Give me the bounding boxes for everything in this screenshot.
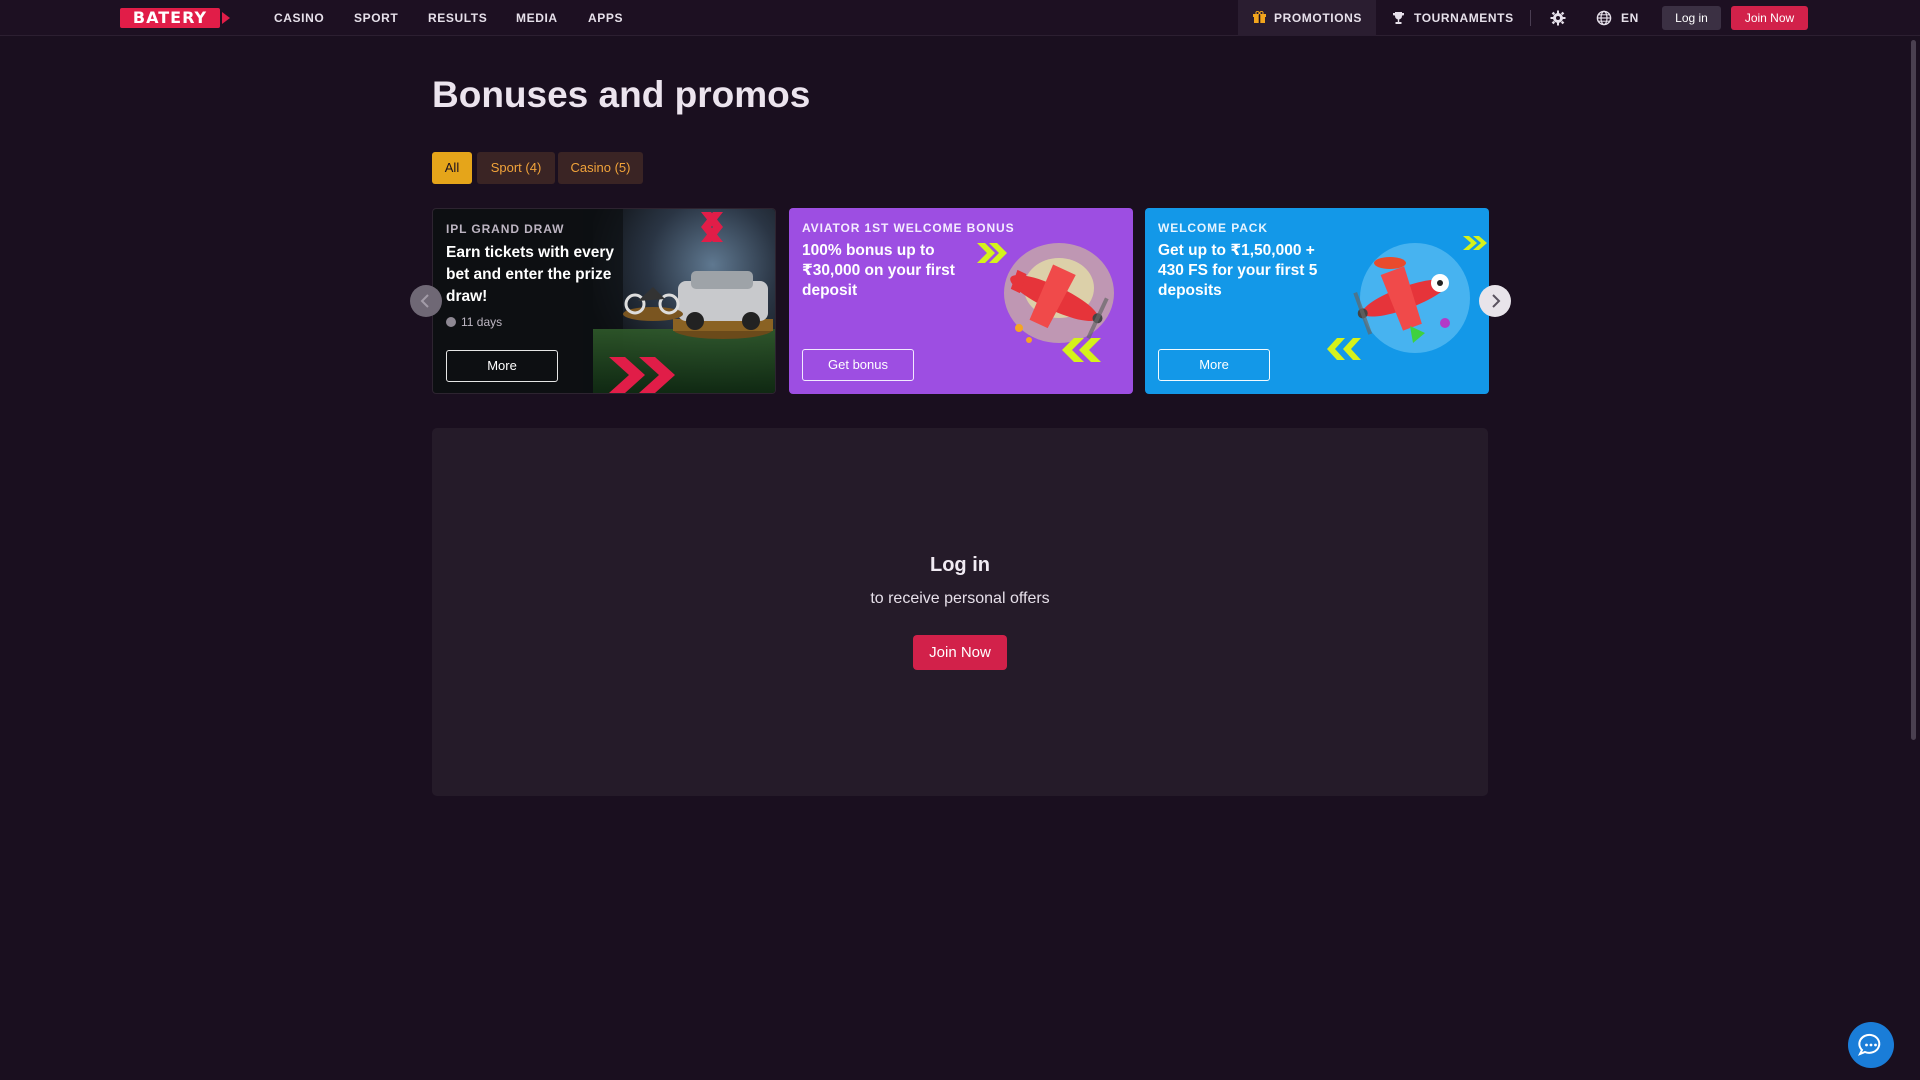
chat-icon: [1857, 1033, 1881, 1056]
top-header: BATERY CASINO SPORT RESULTS MEDIA APPS P…: [0, 0, 1920, 36]
promo-card-aviator[interactable]: AVIATOR 1ST WELCOME BONUS 100% bonus up …: [789, 208, 1133, 394]
filter-all[interactable]: All: [432, 152, 472, 184]
card-title: 100% bonus up to ₹30,000 on your first d…: [802, 242, 955, 299]
panel-subtitle: to receive personal offers: [870, 590, 1050, 607]
page-scrollbar[interactable]: [1911, 40, 1916, 740]
get-bonus-button[interactable]: Get bonus: [802, 349, 914, 381]
nav-sport[interactable]: SPORT: [354, 0, 398, 36]
card-label: IPL GRAND DRAW: [446, 222, 565, 236]
chat-button[interactable]: [1848, 1022, 1894, 1068]
join-now-button[interactable]: Join Now: [1731, 6, 1808, 30]
panel-join-now-button[interactable]: Join Now: [913, 635, 1007, 670]
nav-casino[interactable]: CASINO: [274, 0, 324, 36]
promo-card-ipl[interactable]: IPL GRAND DRAW Earn tickets with every b…: [432, 208, 776, 394]
clock-icon: [446, 317, 456, 327]
promotions-label: PROMOTIONS: [1274, 11, 1363, 25]
carousel-next-button[interactable]: [1479, 285, 1511, 317]
login-offers-panel: Log in to receive personal offers Join N…: [432, 428, 1488, 796]
globe-icon[interactable]: [1596, 10, 1612, 26]
card-more-button[interactable]: More: [1158, 349, 1270, 381]
filter-casino[interactable]: Casino (5): [558, 152, 643, 184]
card-more-button[interactable]: More: [446, 350, 558, 382]
panel-title: Log in: [930, 554, 990, 576]
language-selector[interactable]: EN: [1621, 0, 1639, 36]
trophy-icon: [1393, 12, 1404, 24]
batery-logo[interactable]: BATERY: [120, 8, 234, 28]
login-button[interactable]: Log in: [1662, 6, 1721, 30]
filter-sport[interactable]: Sport (4): [477, 152, 555, 184]
gift-icon: [1253, 11, 1266, 23]
carousel-prev-button[interactable]: [410, 285, 442, 317]
chevron-right-icon: [1492, 294, 1501, 308]
timer-text: 11 days: [461, 315, 503, 329]
tournaments-tab[interactable]: TOURNAMENTS: [1414, 0, 1514, 36]
chevron-left-icon: [420, 294, 429, 308]
promo-card-welcome-pack[interactable]: WELCOME PACK Get up to ₹1,50,000 + 430 F…: [1145, 208, 1489, 394]
promotions-tab[interactable]: PROMOTIONS: [1238, 0, 1376, 36]
nav-media[interactable]: MEDIA: [516, 0, 558, 36]
card-title: Get up to ₹1,50,000 + 430 FS for your fi…: [1158, 242, 1318, 299]
card-label: WELCOME PACK: [1158, 221, 1268, 235]
card-title: Earn tickets with every bet and enter th…: [446, 244, 614, 305]
card-timer: 11 days: [446, 315, 502, 329]
logo-text: BATERY: [120, 8, 220, 28]
nav-apps[interactable]: APPS: [588, 0, 623, 36]
page-title: Bonuses and promos: [432, 74, 811, 115]
header-divider: [1530, 10, 1531, 26]
nav-results[interactable]: RESULTS: [428, 0, 487, 36]
logo-arrow-icon: [222, 12, 230, 24]
card-label: AVIATOR 1ST WELCOME BONUS: [802, 221, 1015, 235]
gear-icon[interactable]: [1550, 10, 1566, 26]
